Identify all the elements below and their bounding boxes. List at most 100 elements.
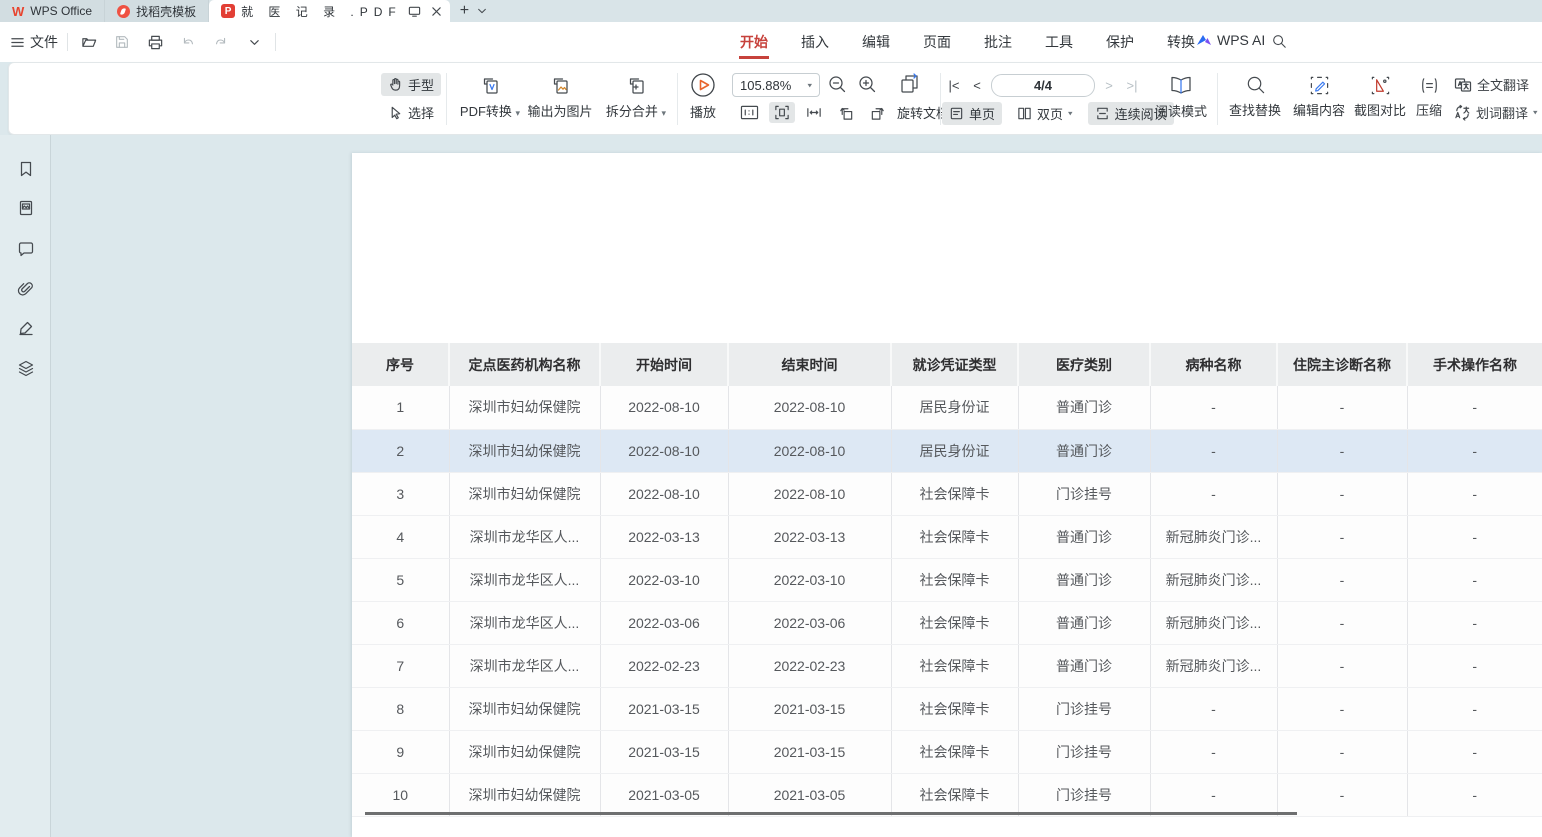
open-folder-icon: [81, 34, 98, 51]
wps-ai-icon: [1196, 33, 1212, 47]
wps-ai-button[interactable]: WPS AI: [1196, 32, 1265, 48]
open-file-button[interactable]: [77, 30, 101, 54]
rotate-right-icon: [869, 104, 887, 121]
layers-panel-button[interactable]: [13, 355, 39, 381]
continuous-read-icon: [1095, 106, 1110, 121]
rotate-left-button[interactable]: [833, 102, 859, 123]
zoom-out-icon[interactable]: [827, 74, 847, 94]
hand-icon: [388, 77, 403, 92]
col-header: 定点医药机构名称: [449, 343, 600, 386]
tab-convert[interactable]: 转换: [1165, 23, 1197, 61]
hand-tool-label: 手型: [408, 75, 434, 94]
table-cell: 深圳市妇幼保健院: [449, 687, 600, 730]
undo-button[interactable]: [176, 30, 200, 54]
word-translate-button[interactable]: 划词翻译 ▾: [1454, 103, 1538, 122]
table-cell: -: [1407, 386, 1542, 429]
tab-pdf-document[interactable]: P 就 医 记 录 .PDF: [209, 0, 450, 22]
tab-edit[interactable]: 编辑: [860, 23, 892, 61]
table-cell: 5: [352, 558, 449, 601]
new-tab-button[interactable]: +: [460, 2, 469, 20]
fit-page-button[interactable]: [769, 102, 795, 123]
save-button[interactable]: [110, 30, 134, 54]
page-indicator-input[interactable]: 4/4: [991, 74, 1095, 97]
thumbnail-panel-button[interactable]: [13, 195, 39, 221]
close-tab-icon[interactable]: [431, 6, 442, 17]
table-cell: 社会保障卡: [891, 644, 1018, 687]
rotate-pages-icon[interactable]: [897, 71, 923, 97]
last-page-button[interactable]: >|: [1123, 78, 1141, 93]
single-page-button[interactable]: 单页: [942, 102, 1002, 125]
tab-insert[interactable]: 插入: [799, 23, 831, 61]
tab-list-chevron-icon[interactable]: [477, 6, 487, 16]
next-page-button[interactable]: >: [1100, 78, 1118, 93]
table-cell: 普通门诊: [1018, 644, 1150, 687]
table-cell: 社会保障卡: [891, 687, 1018, 730]
file-menu-button[interactable]: 文件: [10, 32, 58, 52]
screen-share-icon[interactable]: [408, 5, 421, 18]
zoom-in-icon[interactable]: [857, 74, 877, 94]
prev-page-button[interactable]: <: [968, 78, 986, 93]
col-header: 开始时间: [600, 343, 728, 386]
search-button[interactable]: [1271, 33, 1287, 52]
table-row: 5深圳市龙华区人...2022-03-102022-03-10社会保障卡普通门诊…: [352, 558, 1542, 601]
single-page-icon: [949, 106, 964, 121]
table-header-row: 序号 定点医药机构名称 开始时间 结束时间 就诊凭证类型 医疗类别 病种名称 住…: [352, 343, 1542, 386]
rotate-right-button[interactable]: [865, 102, 891, 123]
bookmark-icon: [17, 160, 35, 178]
compress-button[interactable]: 压缩: [1412, 75, 1446, 119]
find-replace-button[interactable]: 查找替换: [1224, 75, 1286, 119]
export-image-button[interactable]: 输出为图片: [524, 75, 596, 120]
tab-tools[interactable]: 工具: [1043, 23, 1075, 61]
table-cell: 深圳市妇幼保健院: [449, 472, 600, 515]
pdf-page: 序号 定点医药机构名称 开始时间 结束时间 就诊凭证类型 医疗类别 病种名称 住…: [352, 153, 1542, 837]
comment-panel-button[interactable]: [13, 236, 39, 262]
tab-label: WPS Office: [30, 4, 92, 18]
table-cell: 深圳市妇幼保健院: [449, 730, 600, 773]
col-header: 住院主诊断名称: [1277, 343, 1407, 386]
col-header: 结束时间: [728, 343, 891, 386]
tab-comment[interactable]: 批注: [982, 23, 1014, 61]
tab-page[interactable]: 页面: [921, 23, 953, 61]
edit-content-button[interactable]: 编辑内容: [1288, 75, 1350, 119]
word-translate-label: 划词翻译: [1476, 103, 1528, 122]
bookmark-panel-button[interactable]: [13, 156, 39, 182]
screenshot-compare-button[interactable]: 截图对比: [1349, 75, 1411, 119]
print-button[interactable]: [143, 30, 167, 54]
split-merge-button[interactable]: 拆分合并 ▾: [601, 75, 671, 120]
table-cell: -: [1277, 472, 1407, 515]
zoom-value: 105.88%: [740, 78, 791, 93]
layers-icon: [17, 359, 35, 377]
signature-pen-icon: [17, 319, 35, 337]
tab-protect[interactable]: 保护: [1104, 23, 1136, 61]
table-cell: 社会保障卡: [891, 558, 1018, 601]
col-header: 医疗类别: [1018, 343, 1150, 386]
attachment-panel-button[interactable]: [13, 276, 39, 302]
table-cell: -: [1150, 429, 1277, 472]
full-translate-button[interactable]: 全文翻译: [1454, 75, 1529, 94]
first-page-button[interactable]: |<: [945, 78, 963, 93]
table-cell: -: [1277, 386, 1407, 429]
quick-access-chevron[interactable]: [242, 30, 266, 54]
zoom-level-select[interactable]: 105.88% ▾: [732, 73, 820, 97]
table-cell: -: [1407, 601, 1542, 644]
table-cell: -: [1277, 515, 1407, 558]
table-cell: 2021-03-15: [728, 687, 891, 730]
table-cell: 社会保障卡: [891, 601, 1018, 644]
table-cell: 门诊挂号: [1018, 472, 1150, 515]
col-header: 手术操作名称: [1407, 343, 1542, 386]
double-page-button[interactable]: 双页 ▾: [1010, 102, 1080, 125]
hand-tool-button[interactable]: 手型: [381, 73, 441, 96]
table-cell: 新冠肺炎门诊...: [1150, 558, 1277, 601]
play-button[interactable]: 播放: [685, 72, 721, 121]
pdf-convert-button[interactable]: PDF转换 ▾: [457, 75, 523, 120]
tab-wps-office[interactable]: W WPS Office: [0, 0, 105, 22]
tab-home[interactable]: 开始: [738, 23, 770, 61]
read-mode-button[interactable]: 阅读模式: [1152, 73, 1210, 120]
actual-size-button[interactable]: [736, 102, 763, 123]
tab-docer-templates[interactable]: 找稻壳模板: [105, 0, 209, 22]
select-tool-button[interactable]: 选择: [381, 101, 441, 124]
signature-panel-button[interactable]: [13, 315, 39, 341]
redo-button[interactable]: [209, 30, 233, 54]
file-menu-label: 文件: [30, 32, 58, 52]
fit-width-button[interactable]: [801, 102, 827, 123]
